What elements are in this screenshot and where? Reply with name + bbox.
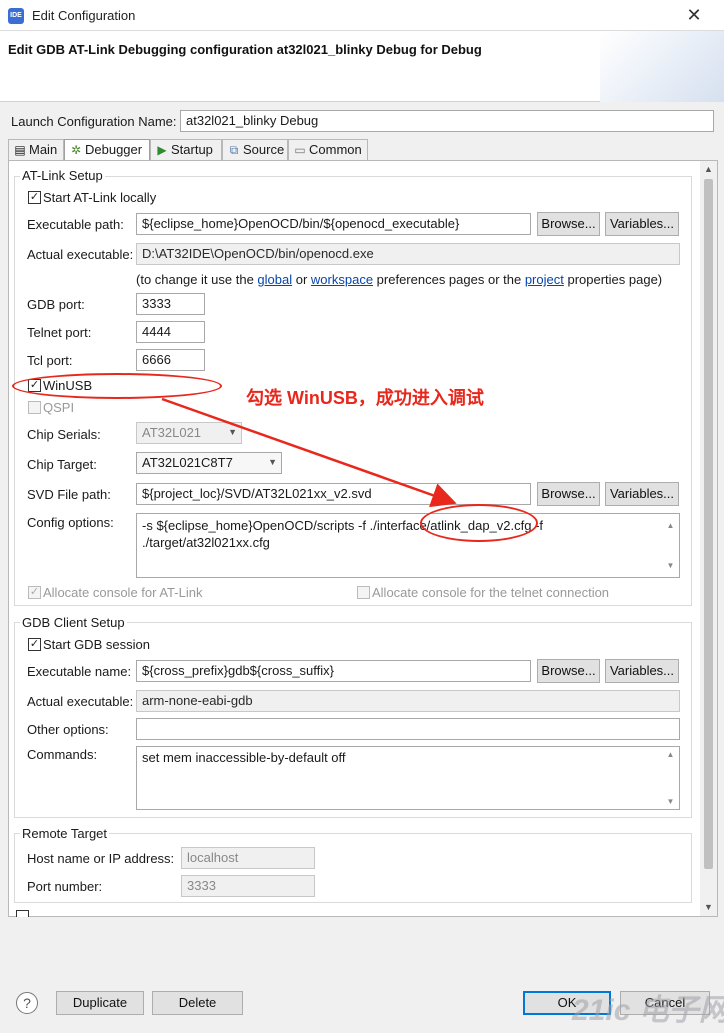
delete-button[interactable]: Delete	[152, 991, 243, 1015]
help-icon[interactable]: ?	[16, 992, 38, 1014]
watermark-logo: 21ic 电子网	[572, 994, 724, 1027]
annotation-text: 勾选 WinUSB，成功进入调试	[246, 388, 484, 408]
duplicate-button[interactable]: Duplicate	[56, 991, 144, 1015]
annotation-arrow	[161, 397, 457, 508]
